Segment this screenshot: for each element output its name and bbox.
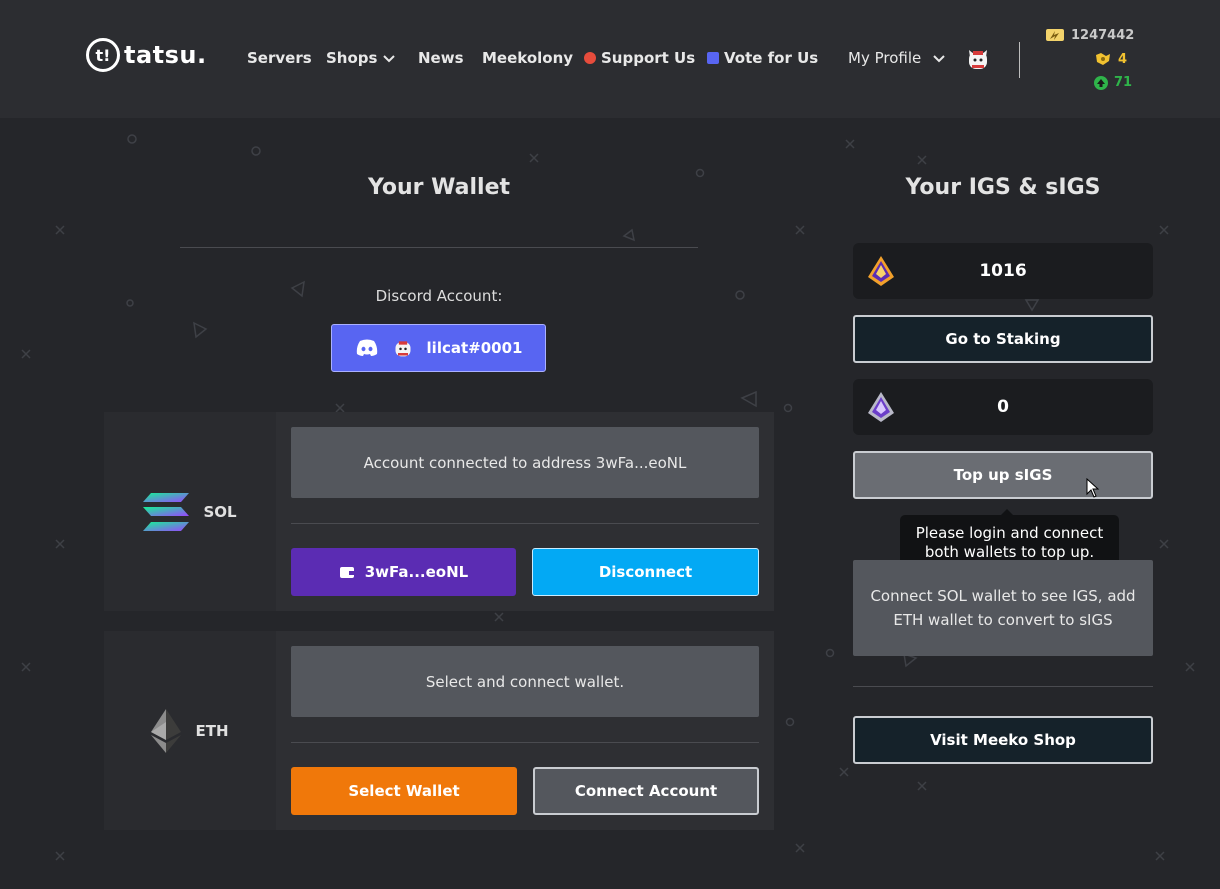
discord-icon (356, 339, 377, 356)
logo-text: tatsu. (124, 41, 207, 69)
eth-chain-label: ETH (104, 631, 276, 830)
wallet-title: Your Wallet (367, 175, 511, 200)
ethereum-icon (151, 708, 182, 753)
sol-status-box: Account connected to address 3wFa...eoNL (291, 427, 759, 498)
top-nav-bar: t! tatsu. Servers Shops News Meekolony S… (0, 0, 1220, 118)
credits-stat: 1247442 (1045, 27, 1134, 43)
tatsu-logo[interactable]: t! tatsu. (86, 38, 207, 72)
nav-servers[interactable]: Servers (247, 49, 312, 67)
eth-wallet-panel: ETH Select and connect wallet. Select Wa… (104, 631, 774, 830)
wallet-icon (339, 567, 354, 578)
sol-wallet-address: 3wFa...eoNL (364, 563, 469, 581)
nav-support-label: Support Us (601, 49, 696, 67)
nav-my-profile[interactable]: My Profile (848, 49, 946, 67)
igs-divider (853, 686, 1153, 687)
nav-profile-label: My Profile (848, 49, 922, 67)
tokens-stat: 4 (1094, 51, 1127, 67)
sol-wallet-panel: SOL Account connected to address 3wFa...… (104, 412, 774, 611)
nav-vote-label: Vote for Us (724, 49, 819, 67)
nav-support-us[interactable]: Support Us (584, 49, 695, 67)
top-up-sigs-button[interactable]: Top up sIGS (853, 451, 1153, 499)
eth-divider (291, 742, 759, 743)
reputation-stat: 71 (1094, 75, 1132, 90)
sigs-balance-box: 0 (853, 379, 1153, 435)
wallet-title-divider (180, 247, 698, 248)
header-divider (1019, 42, 1020, 78)
heart-icon (584, 52, 596, 64)
avatar-icon (395, 341, 411, 357)
logo-mark-icon: t! (86, 38, 120, 72)
upvote-icon (707, 52, 719, 64)
tokens-value: 4 (1118, 51, 1128, 67)
igs-info-box: Connect SOL wallet to see IGS, add ETH w… (853, 560, 1153, 656)
credits-value: 1247442 (1071, 27, 1135, 43)
chevron-down-icon (383, 55, 396, 63)
cursor-icon (1086, 478, 1100, 498)
igs-value: 1016 (979, 261, 1027, 281)
nav-shops[interactable]: Shops (326, 49, 396, 67)
nav-meekolony[interactable]: Meekolony (482, 49, 573, 67)
eth-status-box: Select and connect wallet. (291, 646, 759, 717)
igs-balance-box: 1016 (853, 243, 1153, 299)
solana-icon (143, 492, 190, 531)
token-icon (1096, 53, 1110, 65)
nav-shops-label: Shops (326, 49, 378, 67)
reputation-value: 71 (1114, 75, 1133, 90)
discord-account-label: Discord Account: (375, 287, 503, 305)
nav-vote-for-us[interactable]: Vote for Us (707, 49, 818, 67)
visit-meeko-shop-button[interactable]: Visit Meeko Shop (853, 716, 1153, 764)
credits-icon (1046, 29, 1064, 41)
nav-news[interactable]: News (418, 49, 464, 67)
discord-username: lilcat#0001 (426, 339, 523, 357)
disconnect-button[interactable]: Disconnect (532, 548, 759, 596)
reputation-icon (1094, 75, 1108, 90)
select-wallet-button[interactable]: Select Wallet (291, 767, 517, 815)
sol-chain-label: SOL (104, 412, 276, 611)
sol-divider (291, 523, 759, 524)
igs-title: Your IGS & sIGS (905, 175, 1101, 200)
sol-wallet-button[interactable]: 3wFa...eoNL (291, 548, 516, 596)
avatar-icon[interactable] (966, 47, 990, 71)
chevron-down-icon (933, 55, 945, 63)
connect-account-button[interactable]: Connect Account (533, 767, 759, 815)
sol-name: SOL (203, 502, 237, 521)
sigs-value: 0 (997, 397, 1009, 417)
discord-account-button[interactable]: lilcat#0001 (331, 324, 546, 372)
eth-name: ETH (195, 721, 229, 740)
go-to-staking-button[interactable]: Go to Staking (853, 315, 1153, 363)
